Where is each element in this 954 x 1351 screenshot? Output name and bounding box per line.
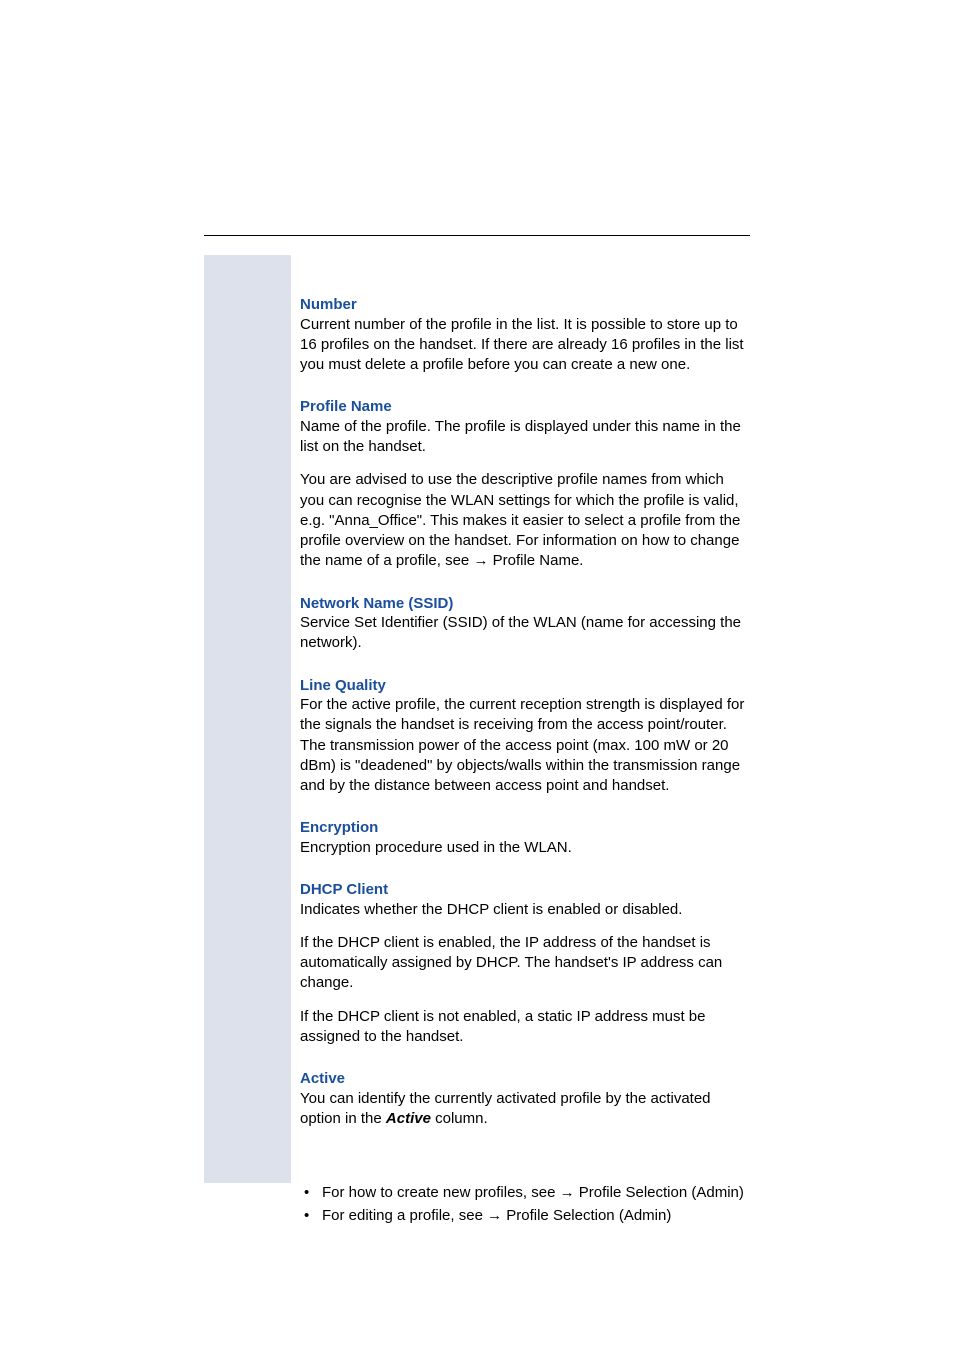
body-dhcp-3: If the DHCP client is not enabled, a sta…: [300, 1007, 752, 1048]
main-content: Number Current number of the profile in …: [300, 255, 752, 1227]
body-profile-name-1: Name of the profile. The profile is disp…: [300, 417, 752, 458]
emphasis-active: Active: [386, 1110, 431, 1127]
header-rule: [204, 235, 750, 236]
text-fragment: For editing a profile, see: [322, 1207, 487, 1224]
heading-dhcp: DHCP Client: [300, 880, 752, 900]
body-encryption: Encryption procedure used in the WLAN.: [300, 838, 752, 858]
heading-number: Number: [300, 295, 752, 315]
heading-profile-name: Profile Name: [300, 397, 752, 417]
arrow-icon: →: [473, 552, 488, 569]
text-fragment: column.: [431, 1110, 488, 1127]
body-ssid: Service Set Identifier (SSID) of the WLA…: [300, 613, 752, 654]
body-line-quality: For the active profile, the current rece…: [300, 695, 752, 796]
arrow-icon: →: [560, 1184, 575, 1201]
text-fragment: You can identify the currently activated…: [300, 1090, 711, 1127]
sidebar-shade: [204, 255, 291, 1183]
reference-list: For how to create new profiles, see → Pr…: [300, 1182, 752, 1227]
list-item: For how to create new profiles, see → Pr…: [322, 1182, 752, 1205]
heading-encryption: Encryption: [300, 818, 752, 838]
heading-active: Active: [300, 1069, 752, 1089]
heading-line-quality: Line Quality: [300, 676, 752, 696]
body-active: You can identify the currently activated…: [300, 1089, 752, 1130]
list-item: For editing a profile, see → Profile Sel…: [322, 1205, 752, 1228]
body-dhcp-1: Indicates whether the DHCP client is ena…: [300, 900, 752, 920]
text-fragment: For how to create new profiles, see: [322, 1184, 560, 1201]
text-fragment: Profile Name.: [488, 552, 583, 569]
body-profile-name-2: You are advised to use the descriptive p…: [300, 470, 752, 571]
body-number: Current number of the profile in the lis…: [300, 315, 752, 376]
heading-ssid: Network Name (SSID): [300, 594, 752, 614]
body-dhcp-2: If the DHCP client is enabled, the IP ad…: [300, 933, 752, 994]
arrow-icon: →: [487, 1207, 502, 1224]
text-fragment: Profile Selection (Admin): [502, 1207, 671, 1224]
text-fragment: Profile Selection (Admin): [575, 1184, 744, 1201]
